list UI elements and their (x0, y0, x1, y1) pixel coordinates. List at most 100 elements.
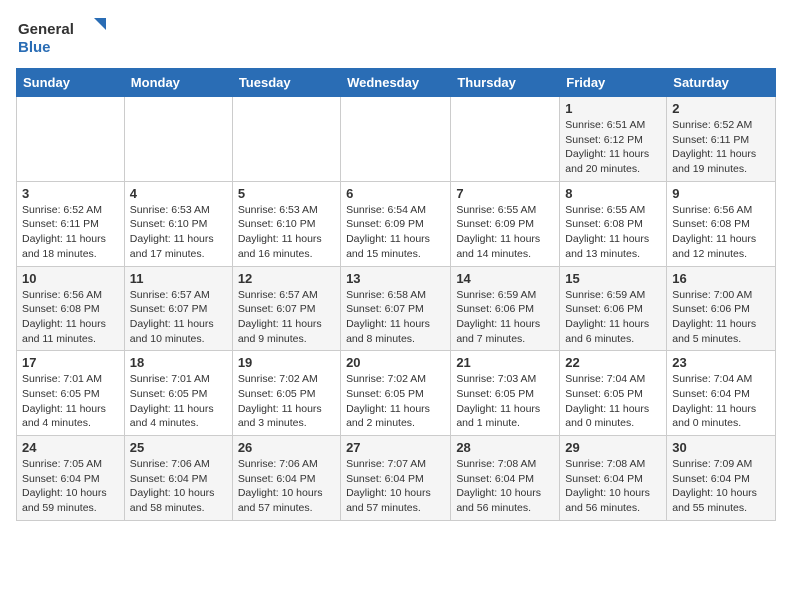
day-info: Sunrise: 7:01 AM Sunset: 6:05 PM Dayligh… (22, 372, 119, 431)
day-info: Sunrise: 7:05 AM Sunset: 6:04 PM Dayligh… (22, 457, 119, 516)
calendar-cell (17, 97, 125, 182)
day-info: Sunrise: 7:08 AM Sunset: 6:04 PM Dayligh… (565, 457, 661, 516)
header-day-wednesday: Wednesday (341, 69, 451, 97)
day-info: Sunrise: 6:57 AM Sunset: 6:07 PM Dayligh… (130, 288, 227, 347)
day-info: Sunrise: 7:07 AM Sunset: 6:04 PM Dayligh… (346, 457, 445, 516)
day-info: Sunrise: 6:56 AM Sunset: 6:08 PM Dayligh… (22, 288, 119, 347)
day-number: 28 (456, 440, 554, 455)
day-info: Sunrise: 6:58 AM Sunset: 6:07 PM Dayligh… (346, 288, 445, 347)
calendar-cell: 5Sunrise: 6:53 AM Sunset: 6:10 PM Daylig… (232, 181, 340, 266)
calendar-cell: 28 Sunrise: 7:08 AM Sunset: 6:04 PM Dayli… (451, 436, 560, 521)
day-number: 29 (565, 440, 661, 455)
calendar-cell: 22Sunrise: 7:04 AM Sunset: 6:05 PM Dayli… (560, 351, 667, 436)
day-info: Sunrise: 7:06 AM Sunset: 6:04 PM Dayligh… (238, 457, 335, 516)
calendar-cell: 26 Sunrise: 7:06 AM Sunset: 6:04 PM Dayli… (232, 436, 340, 521)
calendar-cell (341, 97, 451, 182)
calendar-cell: 20 Sunrise: 7:02 AM Sunset: 6:05 PM Dayli… (341, 351, 451, 436)
day-number: 17 (22, 355, 119, 370)
week-row-5: 24 Sunrise: 7:05 AM Sunset: 6:04 PM Dayli… (17, 436, 776, 521)
calendar-cell: 3 Sunrise: 6:52 AM Sunset: 6:11 PM Daylig… (17, 181, 125, 266)
day-number: 11 (130, 271, 227, 286)
calendar-cell: 16 Sunrise: 7:00 AM Sunset: 6:06 PM Dayli… (667, 266, 776, 351)
calendar-cell: 1Sunrise: 6:51 AM Sunset: 6:12 PM Daylig… (560, 97, 667, 182)
day-info: Sunrise: 6:53 AM Sunset: 6:10 PM Dayligh… (130, 203, 227, 262)
header-day-sunday: Sunday (17, 69, 125, 97)
day-info: Sunrise: 7:09 AM Sunset: 6:04 PM Dayligh… (672, 457, 770, 516)
day-number: 6 (346, 186, 445, 201)
day-info: Sunrise: 7:01 AM Sunset: 6:05 PM Dayligh… (130, 372, 227, 431)
calendar-cell: 10 Sunrise: 6:56 AM Sunset: 6:08 PM Dayli… (17, 266, 125, 351)
day-number: 14 (456, 271, 554, 286)
day-number: 15 (565, 271, 661, 286)
calendar-cell: 15 Sunrise: 6:59 AM Sunset: 6:06 PM Dayli… (560, 266, 667, 351)
week-row-4: 17 Sunrise: 7:01 AM Sunset: 6:05 PM Dayli… (17, 351, 776, 436)
calendar-cell: 7 Sunrise: 6:55 AM Sunset: 6:09 PM Daylig… (451, 181, 560, 266)
week-row-2: 3 Sunrise: 6:52 AM Sunset: 6:11 PM Daylig… (17, 181, 776, 266)
calendar-cell: 17 Sunrise: 7:01 AM Sunset: 6:05 PM Dayli… (17, 351, 125, 436)
day-number: 18 (130, 355, 227, 370)
day-number: 24 (22, 440, 119, 455)
calendar-cell: 8 Sunrise: 6:55 AM Sunset: 6:08 PM Daylig… (560, 181, 667, 266)
day-number: 12 (238, 271, 335, 286)
calendar-cell: 21Sunrise: 7:03 AM Sunset: 6:05 PM Dayli… (451, 351, 560, 436)
calendar-cell: 23Sunrise: 7:04 AM Sunset: 6:04 PM Dayli… (667, 351, 776, 436)
day-number: 2 (672, 101, 770, 116)
day-number: 7 (456, 186, 554, 201)
week-row-1: 1Sunrise: 6:51 AM Sunset: 6:12 PM Daylig… (17, 97, 776, 182)
day-number: 26 (238, 440, 335, 455)
day-number: 30 (672, 440, 770, 455)
calendar-cell: 19Sunrise: 7:02 AM Sunset: 6:05 PM Dayli… (232, 351, 340, 436)
calendar-header: SundayMondayTuesdayWednesdayThursdayFrid… (17, 69, 776, 97)
day-info: Sunrise: 6:59 AM Sunset: 6:06 PM Dayligh… (456, 288, 554, 347)
header-day-thursday: Thursday (451, 69, 560, 97)
day-number: 9 (672, 186, 770, 201)
calendar-cell: 9 Sunrise: 6:56 AM Sunset: 6:08 PM Daylig… (667, 181, 776, 266)
logo-svg: General Blue (16, 16, 106, 58)
day-info: Sunrise: 7:08 AM Sunset: 6:04 PM Dayligh… (456, 457, 554, 516)
day-number: 1 (565, 101, 661, 116)
day-info: Sunrise: 7:02 AM Sunset: 6:05 PM Dayligh… (346, 372, 445, 431)
calendar-cell: 14 Sunrise: 6:59 AM Sunset: 6:06 PM Dayli… (451, 266, 560, 351)
day-number: 13 (346, 271, 445, 286)
day-number: 20 (346, 355, 445, 370)
header-day-saturday: Saturday (667, 69, 776, 97)
logo: General Blue (16, 16, 106, 58)
calendar-cell: 25 Sunrise: 7:06 AM Sunset: 6:04 PM Dayli… (124, 436, 232, 521)
day-number: 16 (672, 271, 770, 286)
week-row-3: 10 Sunrise: 6:56 AM Sunset: 6:08 PM Dayli… (17, 266, 776, 351)
day-number: 19 (238, 355, 335, 370)
svg-text:Blue: Blue (18, 39, 51, 56)
day-number: 8 (565, 186, 661, 201)
calendar-body: 1Sunrise: 6:51 AM Sunset: 6:12 PM Daylig… (17, 97, 776, 521)
day-number: 10 (22, 271, 119, 286)
header-day-monday: Monday (124, 69, 232, 97)
header-day-friday: Friday (560, 69, 667, 97)
calendar-cell: 11 Sunrise: 6:57 AM Sunset: 6:07 PM Dayli… (124, 266, 232, 351)
day-info: Sunrise: 6:59 AM Sunset: 6:06 PM Dayligh… (565, 288, 661, 347)
calendar-cell: 18 Sunrise: 7:01 AM Sunset: 6:05 PM Dayli… (124, 351, 232, 436)
day-info: Sunrise: 7:00 AM Sunset: 6:06 PM Dayligh… (672, 288, 770, 347)
day-info: Sunrise: 6:52 AM Sunset: 6:11 PM Dayligh… (672, 118, 770, 177)
day-info: Sunrise: 6:52 AM Sunset: 6:11 PM Dayligh… (22, 203, 119, 262)
day-number: 3 (22, 186, 119, 201)
svg-text:General: General (18, 21, 74, 38)
day-info: Sunrise: 6:55 AM Sunset: 6:08 PM Dayligh… (565, 203, 661, 262)
day-info: Sunrise: 7:04 AM Sunset: 6:05 PM Dayligh… (565, 372, 661, 431)
calendar-cell: 27Sunrise: 7:07 AM Sunset: 6:04 PM Dayli… (341, 436, 451, 521)
calendar-cell: 2 Sunrise: 6:52 AM Sunset: 6:11 PM Daylig… (667, 97, 776, 182)
header-day-tuesday: Tuesday (232, 69, 340, 97)
day-info: Sunrise: 7:06 AM Sunset: 6:04 PM Dayligh… (130, 457, 227, 516)
day-number: 25 (130, 440, 227, 455)
day-info: Sunrise: 6:54 AM Sunset: 6:09 PM Dayligh… (346, 203, 445, 262)
day-info: Sunrise: 6:56 AM Sunset: 6:08 PM Dayligh… (672, 203, 770, 262)
day-info: Sunrise: 6:55 AM Sunset: 6:09 PM Dayligh… (456, 203, 554, 262)
calendar-cell: 12Sunrise: 6:57 AM Sunset: 6:07 PM Dayli… (232, 266, 340, 351)
day-info: Sunrise: 6:53 AM Sunset: 6:10 PM Dayligh… (238, 203, 335, 262)
day-number: 21 (456, 355, 554, 370)
day-number: 23 (672, 355, 770, 370)
calendar-cell (232, 97, 340, 182)
calendar-cell: 13 Sunrise: 6:58 AM Sunset: 6:07 PM Dayli… (341, 266, 451, 351)
day-number: 4 (130, 186, 227, 201)
calendar-cell (124, 97, 232, 182)
calendar-cell: 29 Sunrise: 7:08 AM Sunset: 6:04 PM Dayli… (560, 436, 667, 521)
